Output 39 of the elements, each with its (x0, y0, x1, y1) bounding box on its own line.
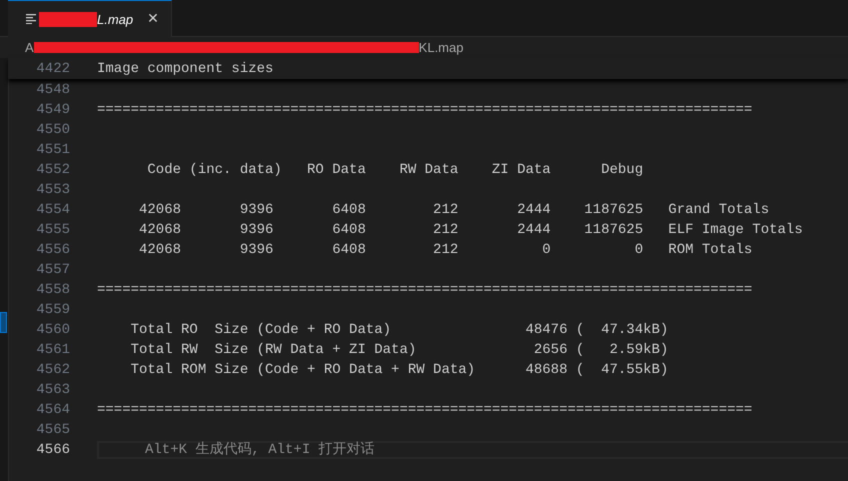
tab-title: L.map (97, 12, 134, 26)
line-number: 4566 (35, 441, 70, 460)
code-text: Total RO Size (Code + RO Data) 48476 ( 47.34kB) (130, 321, 668, 340)
code-text: Total ROM Size (Code + RO Data + RW Data) 48688 ( 47.55kB) (130, 361, 668, 380)
code-text: ============================================================================== (97, 281, 752, 300)
line-number: 4564 (35, 401, 70, 420)
line-number: 4556 (35, 241, 70, 260)
line-number: 4552 (35, 161, 70, 180)
editor-tab[interactable]: L.map ✕ (8, 0, 172, 37)
inline-hint: Alt+K 生成代码, Alt+I 打开对话 (144, 440, 375, 460)
code-text: 42068 9396 6408 212 2444 1187625 Grand Totals (138, 201, 770, 220)
line-number: 4422 (35, 60, 70, 78)
line-number: 4555 (35, 221, 70, 240)
line-number: 4549 (35, 101, 70, 120)
text-lines-icon (26, 14, 37, 24)
line-number: 4561 (35, 341, 70, 360)
code-text: Total RW Size (RW Data + ZI Data) 2656 ( 2.59kB) (130, 341, 668, 360)
line-number: 4562 (35, 361, 70, 380)
line-number: 4565 (35, 421, 70, 440)
code-text: Code (inc. data) RO Data RW Data ZI Data Debug (146, 161, 644, 180)
line-number: 4551 (35, 141, 70, 160)
line-number: 4560 (35, 321, 70, 340)
line-number: 4563 (35, 381, 70, 400)
code-text: ============================================================================== (97, 401, 752, 420)
line-number: 4548 (35, 81, 70, 100)
line-number: 4557 (35, 261, 70, 280)
close-button[interactable]: ✕ (147, 11, 159, 27)
selection-marker (0, 312, 7, 333)
line-number: 4550 (35, 121, 70, 140)
code-text: ============================================================================== (97, 101, 752, 120)
breadcrumb-item[interactable]: KL.map (418, 40, 464, 55)
line-number: 4559 (35, 301, 70, 320)
code-text: 42068 9396 6408 212 0 0 ROM Totals (138, 241, 752, 260)
line-number: 4553 (35, 181, 70, 200)
breadcrumb-item[interactable]: A (25, 40, 34, 55)
code-text: 42068 9396 6408 212 2444 1187625 ELF Image Totals (138, 221, 803, 240)
line-number: 4558 (35, 281, 70, 300)
line-number: 4554 (35, 201, 70, 220)
code-text: Image component sizes (97, 60, 274, 78)
